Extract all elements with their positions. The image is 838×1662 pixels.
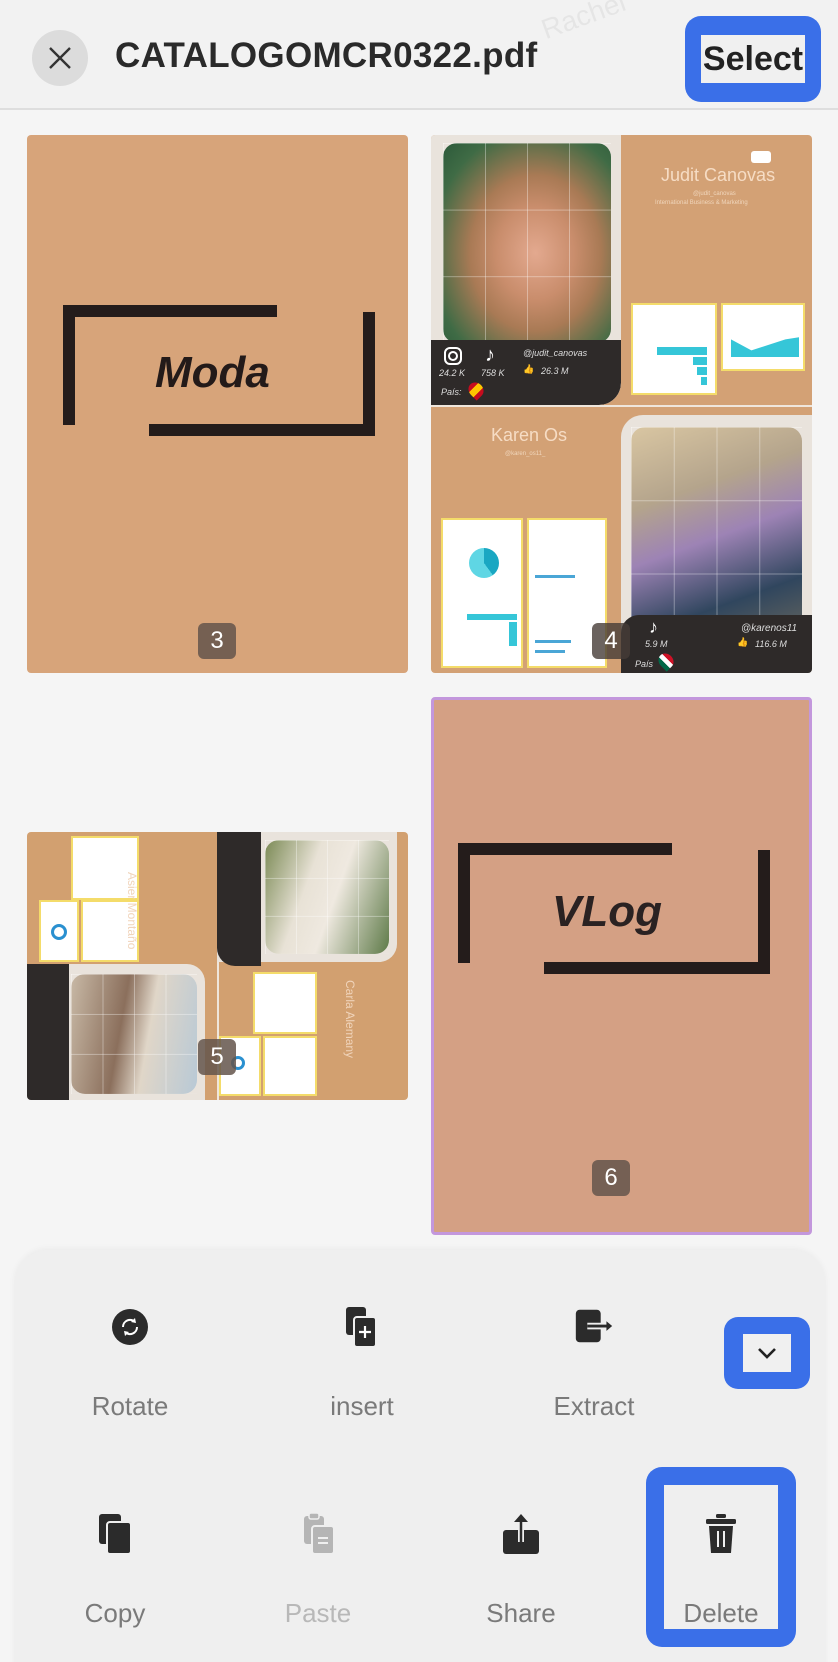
instagram-followers: 24.2 K [439, 368, 466, 378]
page-thumbnail-5[interactable]: Asier Montaño Carla Alemany 5 [27, 832, 408, 1100]
page-number-badge: 5 [198, 1039, 236, 1075]
instagram-icon [444, 347, 462, 365]
page-thumbnail-6-selected[interactable]: VLog 6 [431, 697, 812, 1235]
copy-icon [93, 1512, 137, 1556]
profile-photo-card: 24.2 K ♪ 758 K @judit_canovas 👍 26.3 M P… [431, 135, 621, 405]
stat-area [731, 337, 799, 357]
chevron-down-icon [758, 1348, 776, 1359]
stats-screenshot [441, 518, 523, 668]
rotate-icon [108, 1305, 152, 1349]
delete-button[interactable]: Delete [646, 1512, 796, 1629]
select-label: Select [700, 35, 806, 83]
stat-bar [509, 622, 517, 646]
insert-button[interactable]: insert [287, 1305, 437, 1422]
tiktok-handle: @karenos11 [741, 623, 798, 634]
stat-bar [467, 614, 517, 620]
pie-chart [469, 548, 499, 578]
close-icon [49, 47, 71, 69]
stats-screenshot [253, 972, 317, 1034]
stat-bar [701, 377, 707, 385]
thumbs-up-icon: 👍 [523, 364, 535, 374]
profile-handle-small: @judit_canovas [693, 191, 736, 197]
copy-label: Copy [84, 1598, 146, 1628]
photo-grid [71, 974, 197, 1094]
profile-name: Judit Canovas [661, 165, 776, 185]
extract-button[interactable]: Extract [519, 1305, 669, 1422]
tiktok-icon: ♪ [649, 617, 658, 637]
rotate-button[interactable]: Rotate [55, 1305, 205, 1422]
likes-count: 116.6 M [755, 639, 787, 649]
photo-grid [265, 840, 389, 954]
profile-photo [71, 974, 197, 1094]
select-button[interactable]: Select [685, 16, 821, 102]
stat-bar [693, 357, 707, 365]
collapse-sheet-button[interactable] [724, 1317, 810, 1389]
share-label: Share [486, 1598, 556, 1628]
stat-line [535, 650, 565, 653]
profile-handle: @judit_canovas [523, 348, 588, 358]
share-icon [499, 1512, 543, 1556]
stats-screenshot [631, 303, 717, 395]
top-bar: CATALOGOMCR0322.pdf Select [0, 0, 838, 110]
stats-screenshot [721, 303, 805, 371]
pdf-page-organizer: CATALOGOMCR0322.pdf Select Moda 3 24.2 K… [0, 0, 838, 1662]
country-label: País [635, 659, 654, 669]
spain-flag-pin-icon [465, 379, 487, 401]
tiktok-followers: 758 K [481, 368, 505, 378]
thumbs-up-icon: 👍 [737, 637, 749, 647]
delete-label: Delete [683, 1598, 759, 1628]
social-stats-bar: 24.2 K ♪ 758 K @judit_canovas 👍 26.3 M P… [431, 340, 621, 405]
stat-bar [697, 367, 707, 375]
profile-name-rotated: Carla Alemany [343, 980, 357, 1059]
page-thumbnail-3[interactable]: Moda 3 [27, 135, 408, 673]
copy-button[interactable]: Copy [40, 1512, 190, 1629]
country-label: País: [441, 387, 462, 397]
likes-count: 26.3 M [541, 366, 569, 376]
social-stats-bar: ♪ 5.9 M @karenos11 👍 116.6 M País [621, 615, 812, 673]
profile-photo [443, 143, 611, 343]
profile-photo [265, 840, 389, 954]
trash-icon [699, 1512, 743, 1556]
page-divider [431, 405, 812, 407]
rotate-label: Rotate [91, 1391, 169, 1421]
tiktok-icon: ♪ [485, 344, 495, 366]
profile-subtitle: International Business & Marketing [655, 200, 748, 206]
chat-bubble-icon [751, 151, 771, 163]
paste-label: Paste [284, 1598, 352, 1628]
page-number-badge: 6 [592, 1160, 630, 1196]
cover-title: VLog [552, 887, 662, 936]
photo-grid [631, 427, 802, 647]
tiktok-followers: 5.9 M [645, 639, 668, 649]
profile-photo [631, 427, 802, 647]
social-stats-bar [217, 832, 261, 966]
social-stats-bar [27, 964, 69, 1100]
insert-page-icon [340, 1305, 384, 1349]
profile-handle-small: @karen_os11_ [505, 451, 546, 457]
paste-button-disabled[interactable]: Paste [243, 1512, 393, 1629]
page-number-badge: 3 [198, 623, 236, 659]
paste-icon [296, 1512, 340, 1556]
stats-screenshot [263, 1036, 317, 1096]
extract-label: Extract [553, 1391, 635, 1421]
profile-name-rotated: Asier Montaño [125, 872, 139, 950]
profile-name: Karen Os [491, 425, 568, 445]
stat-line [535, 575, 575, 578]
stats-screenshot [39, 900, 79, 962]
insert-label: insert [330, 1391, 394, 1421]
mexico-flag-pin-icon [655, 650, 677, 672]
stat-line [535, 640, 571, 643]
page-number-badge: 4 [592, 623, 630, 659]
cover-title: Moda [155, 348, 270, 397]
document-title: CATALOGOMCR0322.pdf [115, 36, 538, 75]
close-button[interactable] [32, 30, 88, 86]
photo-grid [443, 143, 611, 343]
share-button[interactable]: Share [446, 1512, 596, 1629]
donut-chart [51, 924, 67, 940]
extract-icon [572, 1305, 616, 1349]
stat-bar [657, 347, 707, 355]
page-thumbnail-4[interactable]: 24.2 K ♪ 758 K @judit_canovas 👍 26.3 M P… [431, 135, 812, 673]
